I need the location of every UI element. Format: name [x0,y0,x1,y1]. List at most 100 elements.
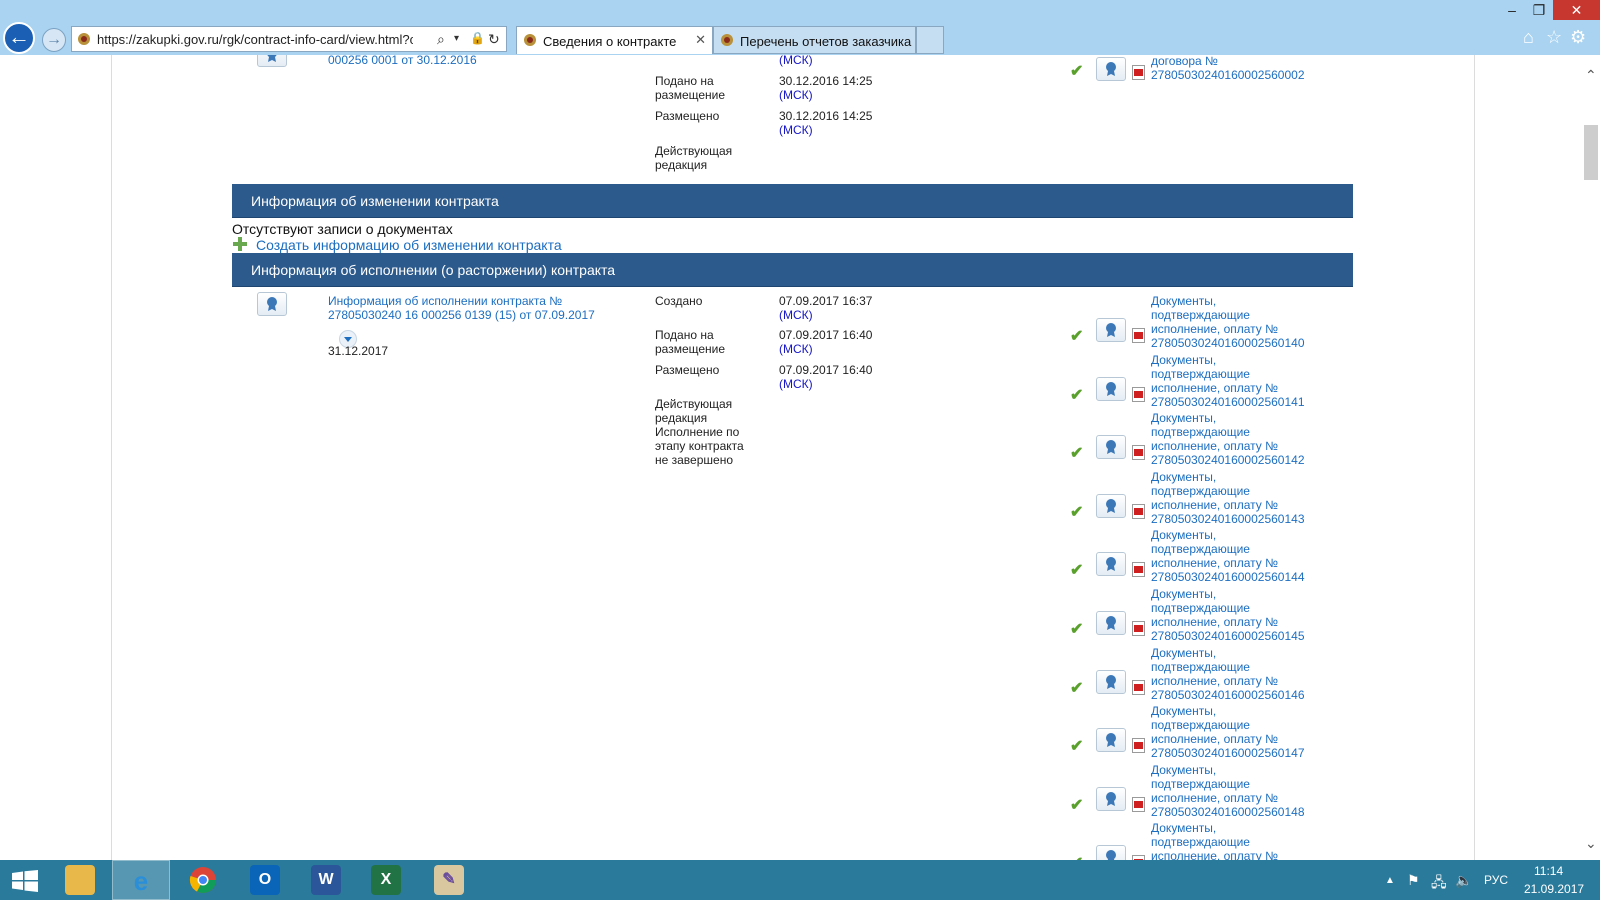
certificate-button[interactable] [1096,670,1126,694]
pdf-icon[interactable] [1132,328,1145,343]
certificate-button[interactable] [1096,318,1126,342]
scroll-down-icon[interactable]: ⌄ [1585,835,1597,852]
dropdown-icon[interactable]: ▾ [454,33,459,44]
certificate-button[interactable] [1096,57,1126,81]
doc-link-number[interactable]: 27805030240160002560140 [1151,336,1305,350]
lock-icon[interactable]: 🔒 [470,31,485,45]
doc-link[interactable]: исполнение, оплату № [1151,849,1278,860]
taskbar-chrome[interactable] [175,860,233,900]
taskbar-file-explorer[interactable] [52,860,110,900]
doc-link[interactable]: исполнение, оплату № [1151,791,1278,805]
favorites-star-icon[interactable]: ☆ [1546,27,1562,48]
search-icon[interactable]: ⌕ [437,31,445,48]
pdf-icon[interactable] [1132,65,1145,80]
contract-link[interactable]: 000256 0001 от 30.12.2016 [328,55,477,67]
pdf-icon[interactable] [1132,738,1145,753]
pdf-icon[interactable] [1132,504,1145,519]
certificate-button[interactable] [1096,377,1126,401]
action-center-flag-icon[interactable]: ⚑ [1407,872,1420,889]
refresh-icon[interactable]: ↻ [488,31,500,48]
taskbar-internet-explorer[interactable]: e [112,860,170,900]
tab-customer-reports[interactable]: Перечень отчетов заказчика [713,26,916,54]
doc-link[interactable]: исполнение, оплату № [1151,674,1278,688]
doc-link-number[interactable]: 27805030240160002560141 [1151,395,1305,409]
tab-close-icon[interactable]: ✕ [695,32,706,48]
forward-button[interactable]: → [42,28,66,52]
restore-button[interactable]: ❐ [1524,0,1554,20]
doc-link[interactable]: договора № [1151,55,1218,68]
certificate-button[interactable] [1096,494,1126,518]
doc-link[interactable]: исполнение, оплату № [1151,615,1278,629]
doc-link[interactable]: исполнение, оплату № [1151,498,1278,512]
doc-link[interactable]: подтверждающие [1151,367,1250,381]
doc-link[interactable]: подтверждающие [1151,777,1250,791]
doc-link-number[interactable]: 27805030240160002560148 [1151,805,1305,819]
certificate-button[interactable] [1096,845,1126,860]
certificate-button[interactable] [257,292,287,316]
vertical-scrollbar[interactable]: ⌃ ⌄ [1582,55,1600,860]
address-bar[interactable]: https://zakupki.gov.ru/rgk/contract-info… [71,26,507,52]
minimize-button[interactable]: – [1497,0,1527,20]
doc-link-number[interactable]: 27805030240160002560142 [1151,453,1305,467]
doc-link[interactable]: Документы, [1151,411,1216,425]
new-tab-button[interactable] [916,26,944,54]
certificate-button[interactable] [1096,611,1126,635]
back-button[interactable]: ← [3,22,35,54]
clock-date[interactable]: 21.09.2017 [1524,882,1584,922]
start-button[interactable] [0,860,58,900]
volume-muted-icon[interactable]: 🔈 [1455,872,1472,889]
doc-link[interactable]: Документы, [1151,646,1216,660]
doc-link[interactable]: Документы, [1151,821,1216,835]
address-url[interactable]: https://zakupki.gov.ru/rgk/contract-info… [97,32,413,47]
certificate-button[interactable] [1096,728,1126,752]
doc-link[interactable]: подтверждающие [1151,660,1250,674]
pdf-icon[interactable] [1132,387,1145,402]
doc-link[interactable]: Документы, [1151,528,1216,542]
doc-link-number[interactable]: 27805030240160002560146 [1151,688,1305,702]
taskbar-excel[interactable]: X [358,860,416,900]
doc-link[interactable]: Документы, [1151,587,1216,601]
execution-record-link[interactable]: Информация об исполнении контракта № 278… [328,294,608,322]
doc-link-number[interactable]: 27805030240160002560002 [1151,68,1305,82]
pdf-icon[interactable] [1132,680,1145,695]
doc-link[interactable]: исполнение, оплату № [1151,556,1278,570]
network-icon[interactable]: 🖧 [1431,872,1447,896]
certificate-button[interactable] [257,55,287,67]
doc-link-number[interactable]: 27805030240160002560145 [1151,629,1305,643]
show-hidden-icons-icon[interactable]: ▲ [1385,875,1395,886]
taskbar-word[interactable]: W [298,860,356,900]
certificate-button[interactable] [1096,787,1126,811]
pdf-icon[interactable] [1132,445,1145,460]
doc-link[interactable]: подтверждающие [1151,601,1250,615]
pdf-icon[interactable] [1132,562,1145,577]
doc-link[interactable]: Документы, [1151,704,1216,718]
doc-link-number[interactable]: 27805030240160002560143 [1151,512,1305,526]
scroll-up-icon[interactable]: ⌃ [1585,67,1597,84]
doc-link[interactable]: исполнение, оплату № [1151,322,1278,336]
certificate-button[interactable] [1096,435,1126,459]
pdf-icon[interactable] [1132,797,1145,812]
doc-link[interactable]: подтверждающие [1151,542,1250,556]
create-change-info-link[interactable]: Создать информацию об изменении контракт… [256,237,562,253]
doc-link[interactable]: подтверждающие [1151,308,1250,322]
doc-link[interactable]: исполнение, оплату № [1151,381,1278,395]
doc-link[interactable]: Документы, [1151,294,1216,308]
doc-link[interactable]: Документы, [1151,353,1216,367]
doc-link-number[interactable]: 27805030240160002560144 [1151,570,1305,584]
doc-link[interactable]: Документы, [1151,763,1216,777]
taskbar-outlook[interactable]: O [237,860,295,900]
doc-link[interactable]: подтверждающие [1151,425,1250,439]
close-window-button[interactable]: ✕ [1553,0,1600,20]
plus-icon[interactable] [232,236,248,252]
scroll-thumb[interactable] [1584,125,1598,180]
doc-link[interactable]: подтверждающие [1151,835,1250,849]
pdf-icon[interactable] [1132,621,1145,636]
doc-link[interactable]: исполнение, оплату № [1151,439,1278,453]
taskbar-paint[interactable]: ✎ [421,860,479,900]
doc-link[interactable]: Документы, [1151,470,1216,484]
settings-gear-icon[interactable]: ⚙ [1570,27,1586,48]
doc-link[interactable]: подтверждающие [1151,484,1250,498]
doc-link[interactable]: исполнение, оплату № [1151,732,1278,746]
doc-link-number[interactable]: 27805030240160002560147 [1151,746,1305,760]
home-icon[interactable]: ⌂ [1523,27,1534,48]
